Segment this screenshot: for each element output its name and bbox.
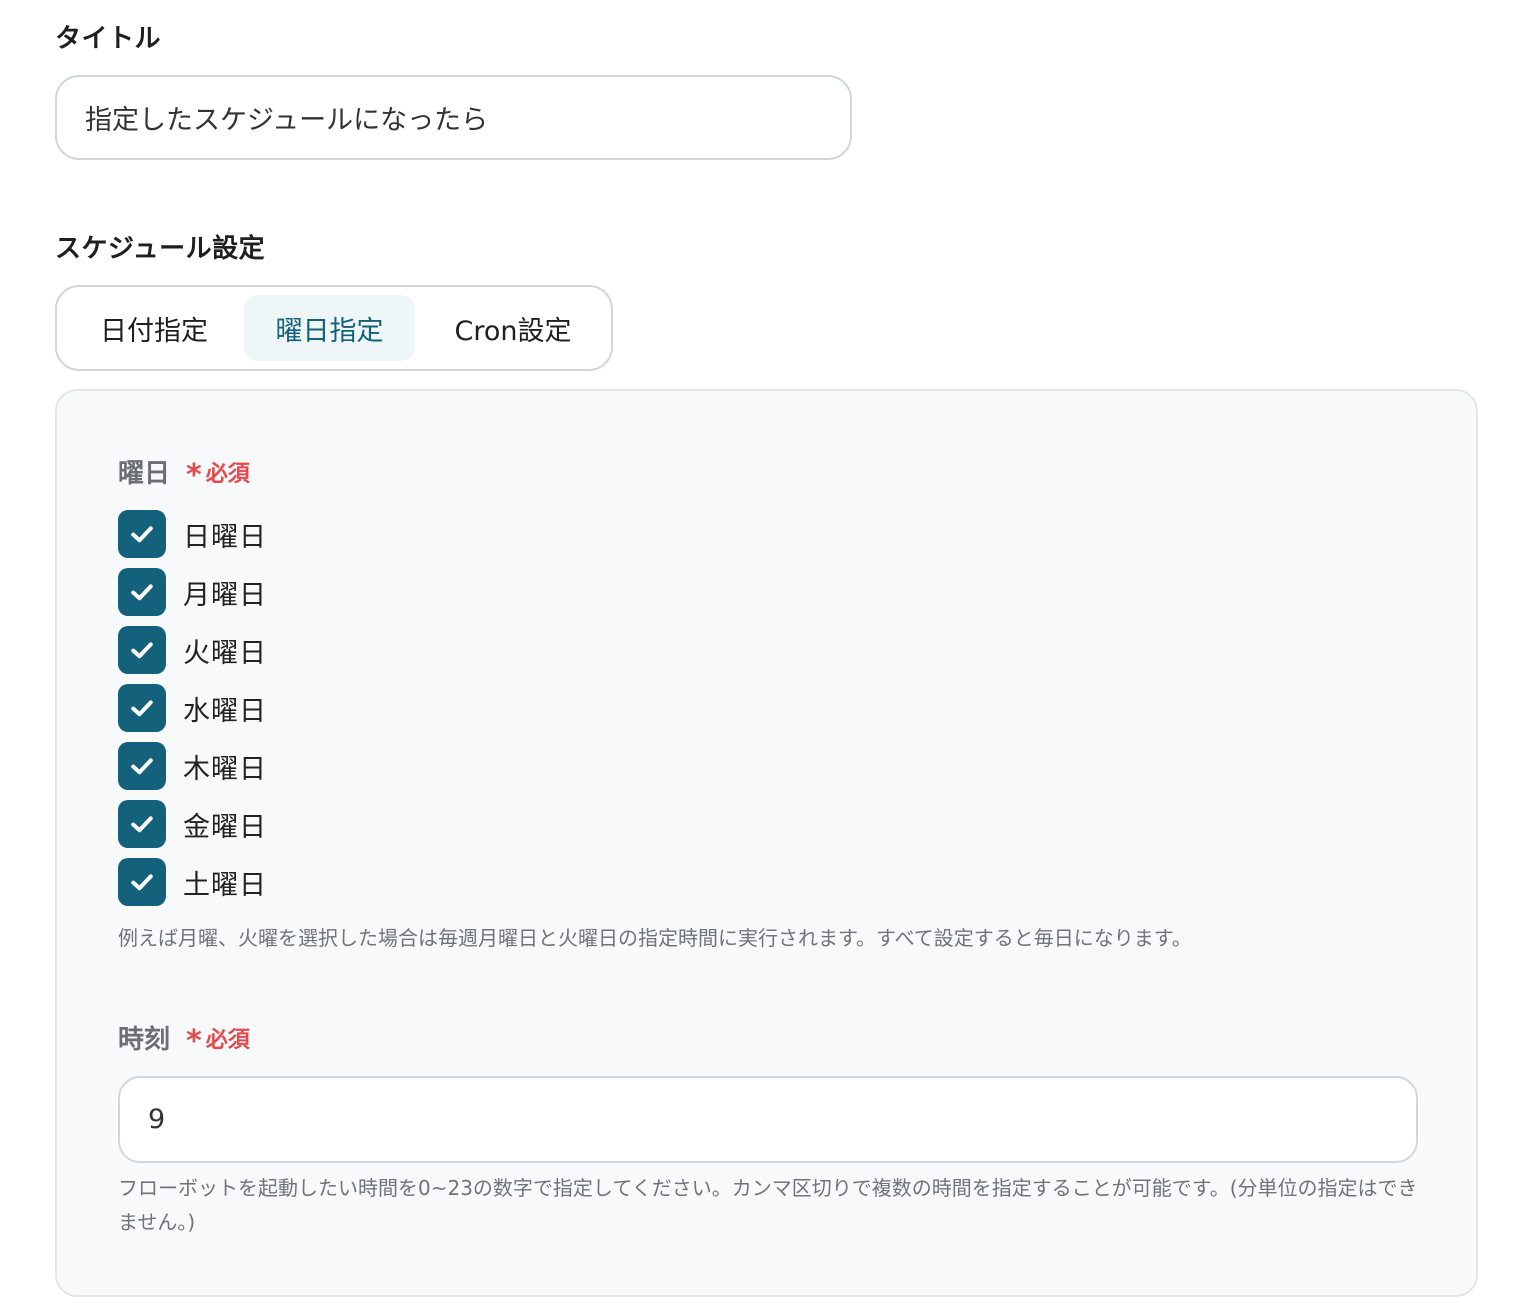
weekday-option-friday[interactable]: 金曜日 [118, 800, 267, 848]
required-text: 必須 [205, 1027, 250, 1053]
weekday-field-label: 曜日 * 必須 [118, 453, 250, 493]
schedule-settings-label: スケジュール設定 [55, 234, 266, 264]
weekday-option-saturday[interactable]: 土曜日 [118, 858, 267, 906]
weekday-option-sunday[interactable]: 日曜日 [118, 510, 267, 558]
title-label: タイトル [55, 24, 162, 54]
checkbox-monday[interactable] [118, 568, 166, 616]
check-icon [131, 700, 153, 717]
time-label-text: 時刻 [118, 1025, 171, 1055]
time-field-label: 時刻 * 必須 [118, 1019, 250, 1059]
tab-cron[interactable]: Cron設定 [425, 295, 601, 361]
checkbox-label: 水曜日 [183, 695, 267, 727]
checkbox-sunday[interactable] [118, 510, 166, 558]
tab-date[interactable]: 日付指定 [69, 295, 239, 361]
required-asterisk: * [186, 1024, 202, 1059]
required-asterisk: * [186, 458, 202, 493]
checkbox-thursday[interactable] [118, 742, 166, 790]
checkbox-label: 日曜日 [183, 521, 267, 553]
checkbox-wednesday[interactable] [118, 684, 166, 732]
weekday-option-tuesday[interactable]: 火曜日 [118, 626, 267, 674]
time-hint: フローボットを起動したい時間を0~23の数字で指定してください。カンマ区切りで複… [118, 1176, 1418, 1234]
required-badge: * 必須 [186, 454, 250, 493]
required-badge: * 必須 [186, 1020, 250, 1059]
checkbox-label: 火曜日 [183, 637, 267, 669]
check-icon [131, 758, 153, 775]
checkbox-friday[interactable] [118, 800, 166, 848]
checkbox-label: 木曜日 [183, 753, 267, 785]
check-icon [131, 584, 153, 601]
time-input-value: 9 [148, 1104, 166, 1135]
weekday-option-thursday[interactable]: 木曜日 [118, 742, 267, 790]
weekday-option-wednesday[interactable]: 水曜日 [118, 684, 267, 732]
checkbox-label: 土曜日 [183, 869, 267, 901]
check-icon [131, 816, 153, 833]
check-icon [131, 874, 153, 891]
weekday-label-text: 曜日 [118, 459, 171, 489]
check-icon [131, 526, 153, 543]
check-icon [131, 642, 153, 659]
title-input[interactable]: 指定したスケジュールになったら [55, 75, 852, 160]
checkbox-label: 金曜日 [183, 811, 267, 843]
schedule-trigger-form: タイトル 指定したスケジュールになったら スケジュール設定 日付指定 曜日指定 … [0, 0, 1520, 1310]
weekday-hint: 例えば月曜、火曜を選択した場合は毎週月曜日と火曜日の指定時間に実行されます。すべ… [118, 926, 1192, 950]
required-text: 必須 [205, 461, 250, 487]
weekday-option-monday[interactable]: 月曜日 [118, 568, 267, 616]
weekday-settings-panel: 曜日 * 必須 日曜日 月曜日 火曜日 水曜日 木曜日 金曜日 土曜日 例えば月… [55, 389, 1478, 1297]
checkbox-tuesday[interactable] [118, 626, 166, 674]
title-input-value: 指定したスケジュールになったら [85, 105, 489, 136]
schedule-tabs: 日付指定 曜日指定 Cron設定 [55, 285, 613, 371]
time-input[interactable]: 9 [118, 1076, 1418, 1163]
checkbox-label: 月曜日 [183, 579, 267, 611]
tab-weekday[interactable]: 曜日指定 [244, 295, 415, 361]
checkbox-saturday[interactable] [118, 858, 166, 906]
